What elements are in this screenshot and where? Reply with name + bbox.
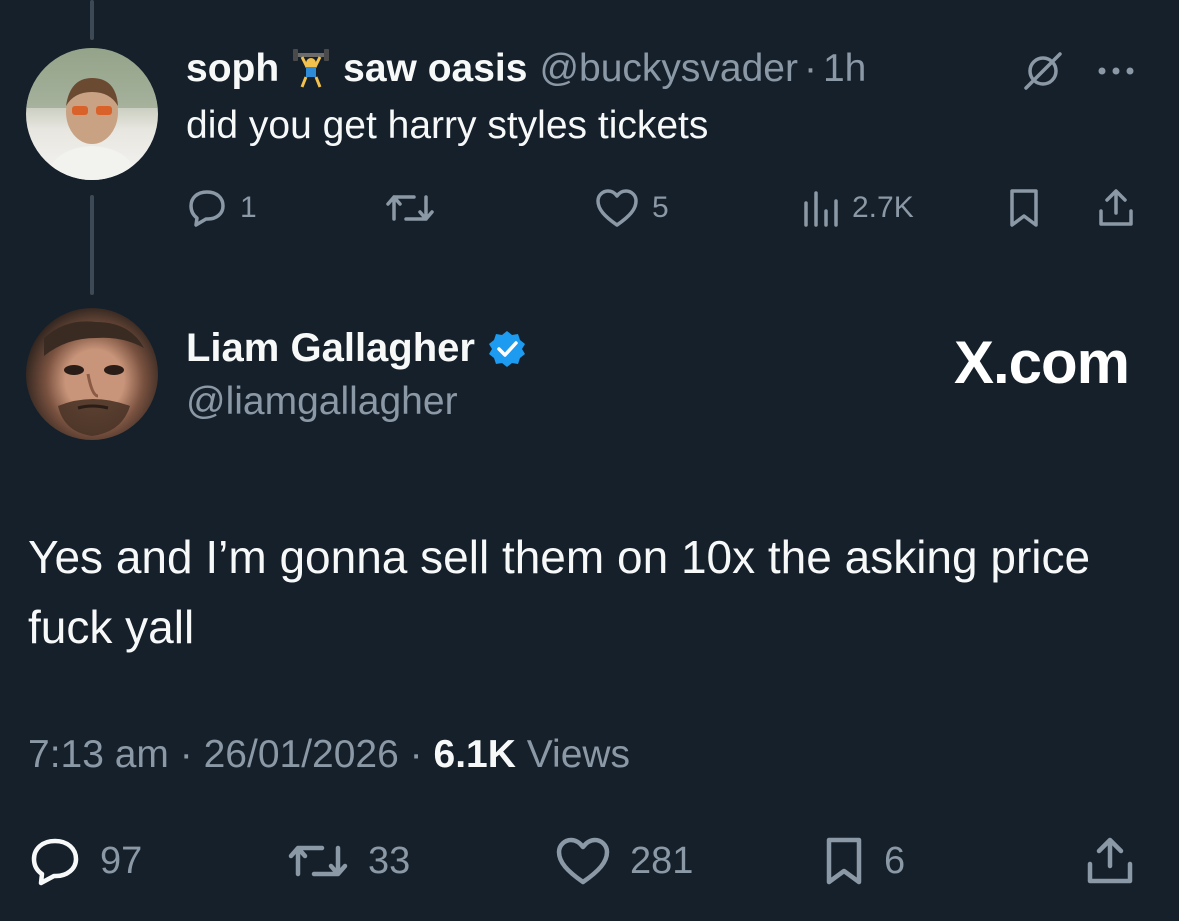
repost-count: 33: [368, 839, 411, 882]
reply-icon: [189, 190, 225, 227]
views-count: 2.7K: [852, 191, 914, 224]
like-button[interactable]: 281: [554, 836, 693, 886]
bookmark-button[interactable]: [1006, 186, 1042, 230]
heart-icon: [596, 189, 638, 227]
separator-dot: ·: [409, 733, 423, 776]
reply-icon: [31, 838, 79, 886]
like-count: 281: [630, 839, 694, 882]
main-tweet-actions: 97 33 281 6: [28, 836, 1148, 886]
heart-icon: [556, 837, 610, 885]
grok-icon[interactable]: [1020, 48, 1066, 94]
views-button[interactable]: 2.7K: [800, 186, 914, 230]
like-button[interactable]: 5: [594, 186, 669, 230]
views-icon: [804, 191, 838, 227]
repost-icon: [288, 845, 348, 877]
reply-time[interactable]: 1h: [823, 47, 866, 91]
repost-icon: [386, 195, 434, 221]
repost-button[interactable]: [384, 186, 436, 230]
reply-tweet-header: soph saw oasis @buckysvader · 1h: [186, 44, 866, 94]
share-icon: [1087, 837, 1133, 884]
main-display-name[interactable]: Liam Gallagher: [186, 326, 475, 371]
main-handle[interactable]: @liamgallagher: [186, 380, 458, 424]
verified-badge-icon[interactable]: [487, 329, 527, 369]
avatar-photo: [26, 48, 158, 180]
avatar[interactable]: [26, 308, 158, 440]
more-options-icon[interactable]: [1096, 65, 1136, 77]
tweet-metadata: 7:13 am · 26/01/2026 · 6.1K Views: [28, 733, 630, 777]
weightlifter-emoji-icon: [291, 47, 331, 91]
tweet-time[interactable]: 7:13 am: [28, 733, 169, 776]
main-tweet-author: Liam Gallagher: [186, 326, 527, 371]
reply-button[interactable]: 97: [28, 836, 142, 886]
avatar[interactable]: [26, 48, 158, 180]
thread-line: [90, 195, 94, 295]
like-count: 5: [652, 191, 669, 224]
avatar-photo: [44, 321, 144, 436]
reply-count: 97: [100, 839, 143, 882]
thread-line: [90, 0, 94, 40]
views-count: 6.1K: [433, 733, 516, 776]
separator-dot: ·: [179, 733, 193, 776]
separator-dot: ·: [803, 47, 817, 90]
bookmark-icon: [826, 837, 862, 885]
reply-tweet-text: did you get harry styles tickets: [186, 104, 709, 147]
x-com-watermark: X.com: [953, 329, 1130, 396]
views-label: Views: [526, 733, 631, 776]
bookmark-button[interactable]: 6: [822, 836, 905, 886]
bookmark-count: 6: [884, 839, 906, 882]
reply-button[interactable]: 1: [186, 186, 257, 230]
reply-top-icons: [1020, 48, 1136, 94]
repost-button[interactable]: 33: [286, 836, 410, 886]
bookmark-icon: [1010, 189, 1038, 227]
share-icon: [1099, 189, 1133, 226]
reply-name-suffix[interactable]: saw oasis: [343, 47, 527, 91]
reply-count: 1: [240, 191, 257, 224]
share-button[interactable]: [1096, 186, 1136, 230]
tweet-date[interactable]: 26/01/2026: [204, 733, 399, 776]
reply-display-name[interactable]: soph: [186, 47, 279, 91]
reply-handle[interactable]: @buckysvader: [539, 47, 798, 91]
main-tweet-text: Yes and I’m gonna sell them on 10x the a…: [28, 531, 1091, 653]
share-button[interactable]: [1084, 836, 1136, 886]
reply-actions: 1 5 2.7K: [186, 186, 1146, 230]
